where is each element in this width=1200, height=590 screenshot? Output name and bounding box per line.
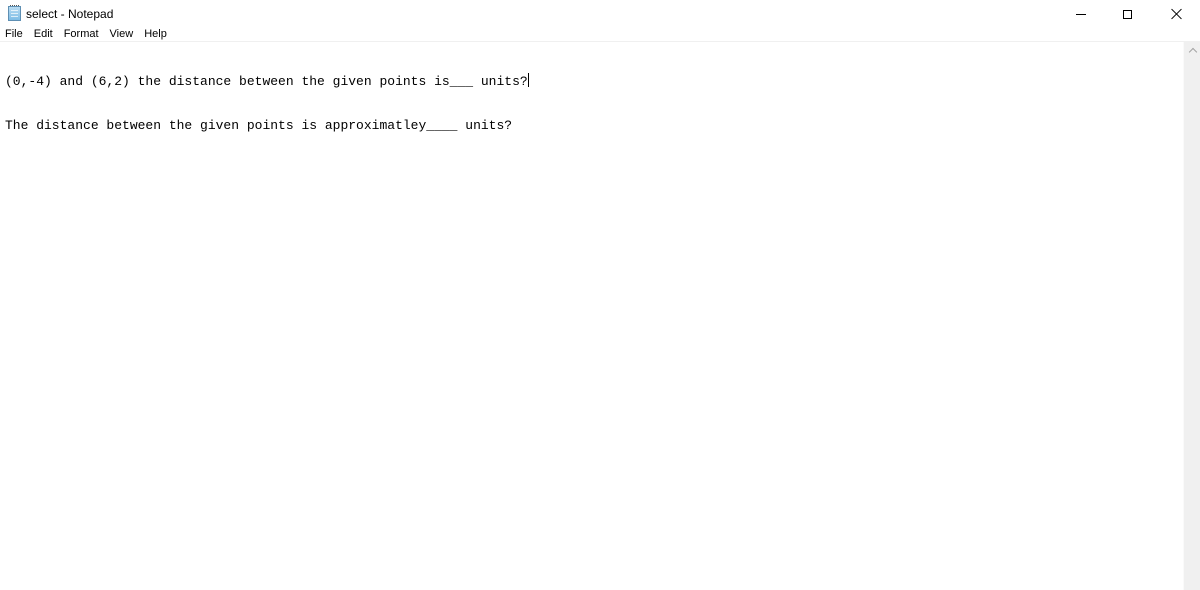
- scroll-up-button[interactable]: [1184, 42, 1200, 59]
- text-caret: [527, 73, 529, 87]
- window-title: select - Notepad: [26, 7, 114, 21]
- menu-view[interactable]: View: [104, 27, 139, 41]
- close-button[interactable]: [1154, 0, 1200, 28]
- maximize-button[interactable]: [1104, 0, 1150, 28]
- line-text: (0,-4) and (6,2) the distance between th…: [5, 74, 528, 89]
- editor-content[interactable]: (0,-4) and (6,2) the distance between th…: [0, 42, 1183, 163]
- maximize-icon: [1122, 9, 1132, 19]
- menu-bar: File Edit Format View Help: [0, 27, 1200, 41]
- minimize-icon: [1076, 14, 1086, 15]
- title-bar[interactable]: select - Notepad: [0, 0, 1200, 28]
- close-icon: [1171, 8, 1183, 20]
- menu-help[interactable]: Help: [138, 27, 172, 41]
- notepad-window: select - Notepad File Edit Format View H…: [0, 0, 1200, 590]
- vertical-scrollbar[interactable]: [1183, 42, 1200, 590]
- editor-line-1: (0,-4) and (6,2) the distance between th…: [5, 73, 1183, 89]
- minimize-button[interactable]: [1058, 0, 1104, 28]
- chevron-up-icon: [1188, 47, 1197, 57]
- notepad-icon: [8, 5, 21, 21]
- editor-line-2: The distance between the given points is…: [5, 118, 1183, 133]
- menu-format[interactable]: Format: [58, 27, 104, 41]
- text-editor[interactable]: (0,-4) and (6,2) the distance between th…: [0, 42, 1183, 590]
- line-text: The distance between the given points is…: [5, 118, 513, 133]
- menu-edit[interactable]: Edit: [28, 27, 58, 41]
- menu-file[interactable]: File: [0, 27, 28, 41]
